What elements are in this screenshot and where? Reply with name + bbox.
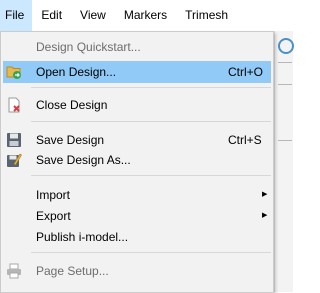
submenu-arrow-icon: ▶: [262, 191, 268, 198]
menu-item-publish-i-model[interactable]: Publish i-model...: [3, 226, 271, 248]
menu-item-label: Save Design: [36, 133, 105, 147]
background-divider: [278, 62, 292, 63]
menu-separator: [31, 87, 271, 88]
menu-trimesh[interactable]: Trimesh: [176, 0, 237, 31]
menu-item-label: Save Design As...: [36, 153, 131, 167]
menu-separator: [31, 175, 271, 176]
file-menu-dropdown: Design Quickstart... Open Design... Ctrl…: [0, 31, 274, 293]
menu-item-label: Import: [36, 188, 71, 202]
menu-item-label: Page Setup...: [36, 264, 109, 278]
background-circle-icon: [278, 38, 294, 54]
shortcut-label: Ctrl+O: [228, 65, 264, 79]
menu-item-label: Export: [36, 209, 71, 223]
menu-item-save-design[interactable]: Save Design Ctrl+S: [3, 129, 271, 151]
menu-item-label: Publish i-model...: [36, 230, 129, 244]
save-as-icon: [6, 152, 22, 168]
menu-item-label: Open Design...: [36, 65, 117, 79]
menu-separator: [31, 252, 271, 253]
menu-item-open-design[interactable]: Open Design... Ctrl+O: [3, 61, 271, 83]
menu-file[interactable]: File: [0, 0, 33, 31]
printer-icon: [6, 263, 22, 279]
menu-separator: [31, 121, 271, 122]
menu-item-save-design-as[interactable]: Save Design As...: [3, 149, 271, 171]
menu-item-close-design[interactable]: Close Design: [3, 94, 271, 116]
menu-bar: File Edit View Markers Trimesh: [0, 0, 292, 31]
close-document-icon: [6, 97, 22, 113]
background-window: [274, 31, 293, 292]
menu-item-label: Design Quickstart...: [36, 40, 141, 54]
menu-view[interactable]: View: [71, 0, 115, 31]
submenu-arrow-icon: ▶: [262, 212, 268, 219]
menu-item-design-quickstart: Design Quickstart...: [3, 36, 271, 58]
menu-edit[interactable]: Edit: [32, 0, 71, 31]
menu-item-import[interactable]: Import ▶: [3, 184, 271, 206]
background-divider: [278, 140, 292, 141]
menu-item-page-setup: Page Setup...: [3, 260, 271, 282]
floppy-disk-icon: [6, 132, 22, 148]
menu-item-export[interactable]: Export ▶: [3, 205, 271, 227]
shortcut-label: Ctrl+S: [228, 133, 262, 147]
background-divider: [278, 84, 292, 85]
menu-item-label: Close Design: [36, 98, 108, 112]
menu-markers[interactable]: Markers: [115, 0, 176, 31]
open-folder-icon: [6, 64, 22, 80]
